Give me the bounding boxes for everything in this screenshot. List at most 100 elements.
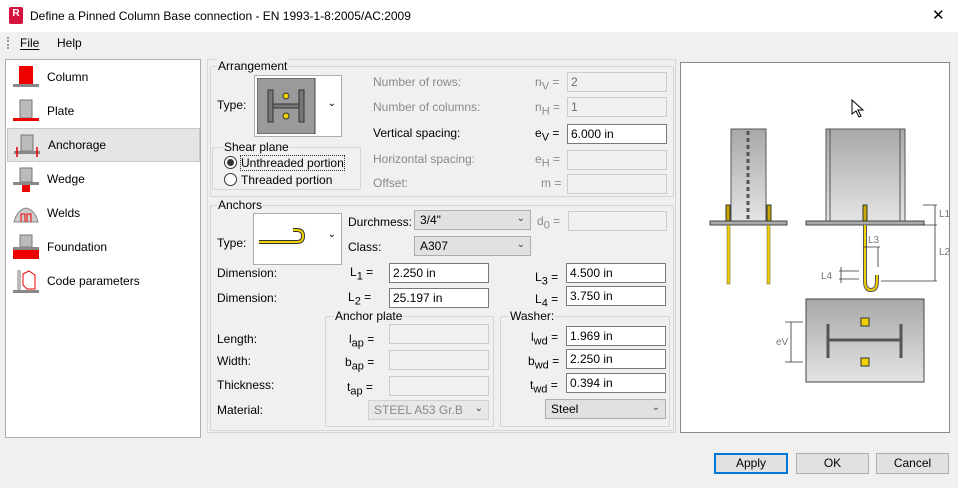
d0-symbol: d0 = [537, 214, 561, 232]
d0-input[interactable] [568, 211, 667, 231]
chevron-down-icon: ⌄ [327, 229, 336, 240]
group-label: Shear plane [223, 140, 290, 154]
group-label: Anchors [217, 198, 264, 212]
L1-symbol: L1 = [350, 265, 374, 283]
menu-file[interactable]: File [20, 36, 39, 50]
anchor-plate-material-select[interactable]: STEEL A53 Gr.B ⌄ [368, 400, 489, 420]
unthreaded-radio[interactable] [224, 156, 237, 169]
sidebar-item-label: Code parameters [47, 274, 140, 288]
sidebar-item-foundation[interactable]: Foundation [7, 230, 200, 264]
L1-dim-label: L1 [939, 209, 949, 220]
anchorage-icon [14, 134, 40, 157]
class-label: Class: [348, 240, 382, 254]
column-icon [13, 66, 39, 87]
offset-input[interactable] [567, 174, 667, 194]
sidebar-item-wedge[interactable]: Wedge [7, 162, 200, 196]
bap-input[interactable] [389, 350, 489, 370]
threaded-radio[interactable] [224, 173, 237, 186]
width-label: Width: [217, 354, 252, 368]
sidebar-item-label: Column [47, 70, 89, 84]
group-label: Washer: [509, 309, 556, 323]
horizontal-spacing-symbol: eH = [535, 152, 560, 170]
twd-symbol: twd = [530, 378, 558, 396]
chevron-down-icon: ⌄ [651, 402, 660, 413]
foundation-icon [13, 234, 39, 259]
sidebar-item-plate[interactable]: Plate [7, 94, 200, 128]
sidebar-item-column[interactable]: Column [7, 60, 200, 94]
sidebar-item-welds[interactable]: Welds [7, 196, 200, 230]
L2-symbol: L2 = [348, 290, 372, 308]
group-label: Arrangement [217, 59, 289, 73]
chevron-down-icon: ⌄ [516, 239, 525, 250]
bwd-input[interactable]: 2.250 in [566, 349, 666, 369]
dimension-label: Dimension: [217, 266, 278, 280]
close-icon[interactable]: ✕ [932, 6, 945, 24]
bap-symbol: bap = [345, 355, 375, 373]
horizontal-spacing-input[interactable] [567, 150, 667, 170]
diameter-select[interactable]: 3/4" ⌄ [414, 210, 531, 230]
rows-symbol: nV = [535, 75, 560, 93]
arrangement-type-select[interactable]: ⌄ [254, 75, 342, 137]
lap-input[interactable] [389, 324, 489, 344]
wedge-icon [13, 167, 39, 192]
menu-help[interactable]: Help [57, 36, 82, 50]
apply-button[interactable]: Apply [714, 453, 788, 474]
lwd-input[interactable]: 1.969 in [566, 326, 666, 346]
sidebar-item-code-parameters[interactable]: Code parameters [7, 264, 200, 298]
ok-button[interactable]: OK [796, 453, 869, 474]
chevron-down-icon: ⌄ [327, 98, 336, 109]
L2-dim-label: L2 [939, 247, 949, 258]
i-section-icon [257, 78, 316, 134]
L3-input[interactable]: 4.500 in [566, 263, 666, 283]
grip-icon [7, 37, 9, 49]
diameter-label: Durchmess: [348, 215, 413, 229]
column-base-diagram: L1 L2 L3 L4 eV [709, 98, 951, 383]
L3-dim-label: L3 [868, 235, 880, 246]
lwd-symbol: lwd = [531, 330, 559, 348]
horizontal-spacing-label: Horizontal spacing: [373, 152, 476, 166]
offset-label: Offset: [373, 176, 409, 190]
chevron-down-icon: ⌄ [516, 213, 525, 224]
length-label: Length: [217, 332, 258, 346]
vertical-spacing-label: Vertical spacing: [373, 126, 461, 140]
sidebar-item-anchorage[interactable]: Anchorage [7, 128, 200, 162]
preview-drawing: L1 L2 L3 L4 eV [680, 62, 951, 433]
columns-input[interactable]: 1 [567, 97, 667, 117]
class-select[interactable]: A307 ⌄ [414, 236, 531, 256]
sidebar-item-label: Wedge [47, 172, 85, 186]
menu-bar: File Help [0, 32, 958, 54]
code-parameters-icon [13, 270, 39, 293]
app-icon: R [9, 7, 23, 24]
L4-input[interactable]: 3.750 in [566, 286, 666, 306]
L3-symbol: L3 = [535, 270, 559, 288]
sidebar-item-label: Plate [47, 104, 75, 118]
threaded-label[interactable]: Threaded portion [241, 173, 332, 187]
ev-dim-label: eV [776, 337, 789, 348]
rows-label: Number of rows: [373, 75, 462, 89]
plate-icon [13, 99, 39, 121]
window-title: Define a Pinned Column Base connection -… [30, 9, 411, 23]
twd-input[interactable]: 0.394 in [566, 373, 666, 393]
L2-input[interactable]: 25.197 in [389, 288, 489, 308]
material-label: Material: [217, 403, 264, 417]
washer-material-select[interactable]: Steel ⌄ [545, 399, 666, 419]
group-label: Anchor plate [334, 309, 404, 323]
L4-dim-label: L4 [821, 271, 833, 282]
rows-input[interactable]: 2 [567, 72, 667, 92]
sidebar-item-label: Anchorage [48, 138, 107, 152]
sidebar-item-label: Welds [47, 206, 81, 220]
tap-input[interactable] [389, 376, 489, 396]
lap-symbol: lap = [349, 332, 375, 350]
offset-symbol: m = [541, 176, 562, 190]
vertical-spacing-input[interactable]: 6.000 in [567, 124, 667, 144]
L1-input[interactable]: 2.250 in [389, 263, 489, 283]
bwd-symbol: bwd = [528, 354, 560, 372]
unthreaded-label[interactable]: Unthreaded portion [240, 155, 345, 171]
columns-label: Number of columns: [373, 100, 481, 114]
L4-symbol: L4 = [535, 292, 559, 310]
anchor-type-label: Type: [217, 236, 247, 250]
hook-anchor-icon [259, 228, 306, 244]
anchor-type-select[interactable]: ⌄ [253, 213, 342, 265]
cancel-button[interactable]: Cancel [876, 453, 949, 474]
thickness-label: Thickness: [217, 378, 275, 392]
